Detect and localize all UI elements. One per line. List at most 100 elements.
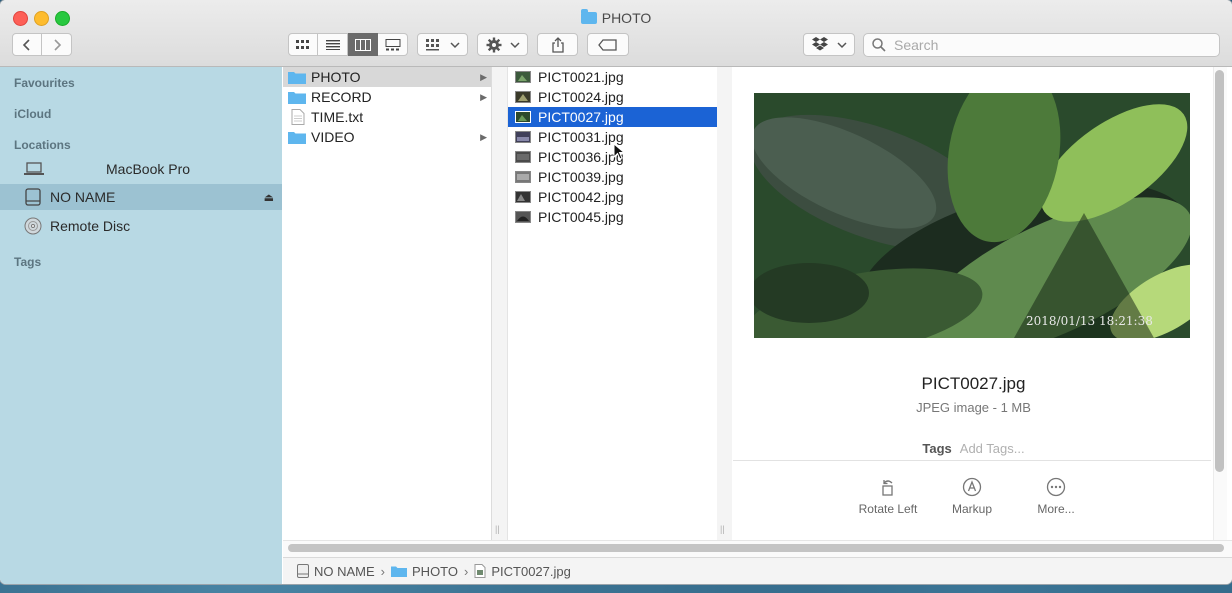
group-icon [425,38,439,50]
tag-button[interactable] [587,33,629,56]
window-title-text: PHOTO [601,10,652,26]
preview-file-meta: JPEG image - 1 MB [916,400,1031,415]
item-label: PICT0027.jpg [538,109,624,125]
columns-icon [354,38,371,51]
path-item-label: PICT0027.jpg [491,563,571,579]
list-item-photo[interactable]: PHOTO ▶ [283,67,491,87]
image-thumbnail-icon [515,131,531,143]
folder-icon [391,566,408,577]
forward-button[interactable] [42,33,72,56]
list-item-record[interactable]: RECORD ▶ [283,87,491,107]
preview-file-name: PICT0027.jpg [921,374,1026,393]
search-input[interactable] [892,36,1196,54]
column-root: PHOTO ▶ RECORD ▶ TIME.txt VIDEO ▶ [283,67,492,540]
image-thumbnail-icon [515,71,531,83]
grid-icon [296,39,309,49]
folder-icon [580,9,597,24]
sidebar-section-icloud[interactable]: iCloud [14,107,51,121]
finder-window: PHOTO Search Favourites iCloud Locations… [0,0,1232,584]
share-icon [551,36,564,53]
search-field[interactable] [863,33,1220,57]
gear-icon [486,37,501,52]
item-label: PICT0045.jpg [538,209,624,225]
column-view-button[interactable] [348,33,378,56]
add-tags-field[interactable]: Add Tags... [960,441,1025,456]
markup-button[interactable]: Markup [927,477,1017,516]
path-item-file[interactable]: PICT0027.jpg [474,564,571,579]
sidebar-section-tags[interactable]: Tags [14,255,41,269]
tags-label: Tags [922,441,952,456]
item-label: PICT0021.jpg [538,69,624,85]
laptop-icon [24,162,44,175]
sidebar-item-label: MacBook Pro [106,161,191,177]
action-button[interactable] [477,33,528,56]
path-item-no-name[interactable]: NO NAME [297,564,375,579]
gallery-view-button[interactable] [378,33,408,56]
text-file-icon [291,109,305,125]
list-item[interactable]: PICT0042.jpg [508,187,717,207]
image-thumbnail-icon [515,91,531,103]
sidebar-item-no-name[interactable]: NO NAME ⏏ [0,184,282,210]
sidebar-section-favourites[interactable]: Favourites [14,76,75,90]
folder-icon [288,92,306,104]
tags-row: Tags Add Tags... [733,441,1214,456]
folder-icon [288,72,306,84]
column-divider[interactable]: || [492,67,507,540]
chevron-down-icon [509,41,520,48]
back-button[interactable] [12,33,42,56]
plant-photo: 2018/01/13 18:21:38 [754,93,1190,338]
icon-view-button[interactable] [288,33,318,56]
item-label: VIDEO [311,129,355,145]
path-separator-icon: › [464,563,469,579]
share-button[interactable] [537,33,578,56]
dropbox-icon [812,37,828,51]
disclosure-arrow-icon: ▶ [480,91,487,102]
timestamp-overlay: 2018/01/13 18:21:38 [1026,314,1153,328]
drive-icon [297,564,309,578]
image-thumbnail-icon [515,151,531,163]
list-item-video[interactable]: VIDEO ▶ [283,127,491,147]
column-resize-handle[interactable]: || [495,524,500,534]
disclosure-arrow-icon: ▶ [480,71,487,82]
folder-icon [288,132,306,144]
sidebar-item-remote-disc[interactable]: Remote Disc [0,213,282,239]
column-resize-handle[interactable]: || [720,524,725,534]
path-item-photo[interactable]: PHOTO [391,564,458,579]
sidebar-item-label: NO NAME [50,189,116,205]
group-by-button[interactable] [417,33,468,56]
gallery-icon [385,38,400,50]
vertical-scrollbar-thumb[interactable] [1215,70,1224,472]
list-item[interactable]: PICT0021.jpg [508,67,717,87]
list-item[interactable]: PICT0039.jpg [508,167,717,187]
item-label: PICT0042.jpg [538,189,624,205]
image-thumbnail-icon [515,191,531,203]
list-item-selected[interactable]: PICT0027.jpg [508,107,717,127]
path-item-label: NO NAME [314,563,375,579]
rotate-left-button[interactable]: Rotate Left [843,477,933,516]
list-view-button[interactable] [318,33,348,56]
more-icon [1046,477,1066,497]
more-button[interactable]: More... [1011,477,1101,516]
chevron-down-icon [837,41,847,48]
horizontal-scrollbar-thumb[interactable] [288,544,1224,552]
sidebar: Favourites iCloud Locations MacBook Pro … [0,67,282,584]
item-label: TIME.txt [311,109,364,125]
sidebar-item-macbook-pro[interactable]: MacBook Pro [0,156,282,182]
item-label: PHOTO [311,69,361,85]
eject-icon[interactable]: ⏏ [264,191,274,204]
list-item[interactable]: PICT0045.jpg [508,207,717,227]
sidebar-section-locations[interactable]: Locations [14,138,71,152]
item-label: RECORD [311,89,372,105]
image-thumbnail-icon [515,111,531,123]
titlebar: PHOTO [0,0,1232,67]
tag-icon [598,38,617,51]
list-item-time-txt[interactable]: TIME.txt [283,107,491,127]
column-divider[interactable]: || [717,67,732,540]
item-label: PICT0039.jpg [538,169,624,185]
dropbox-button[interactable] [803,33,855,56]
path-bar: NO NAME › PHOTO › PICT0027.jpg [283,557,1232,584]
action-label: More... [1037,502,1075,516]
column-photo: PICT0021.jpg PICT0024.jpg PICT0027.jpg P… [507,67,718,540]
list-item[interactable]: PICT0024.jpg [508,87,717,107]
item-label: PICT0024.jpg [538,89,624,105]
